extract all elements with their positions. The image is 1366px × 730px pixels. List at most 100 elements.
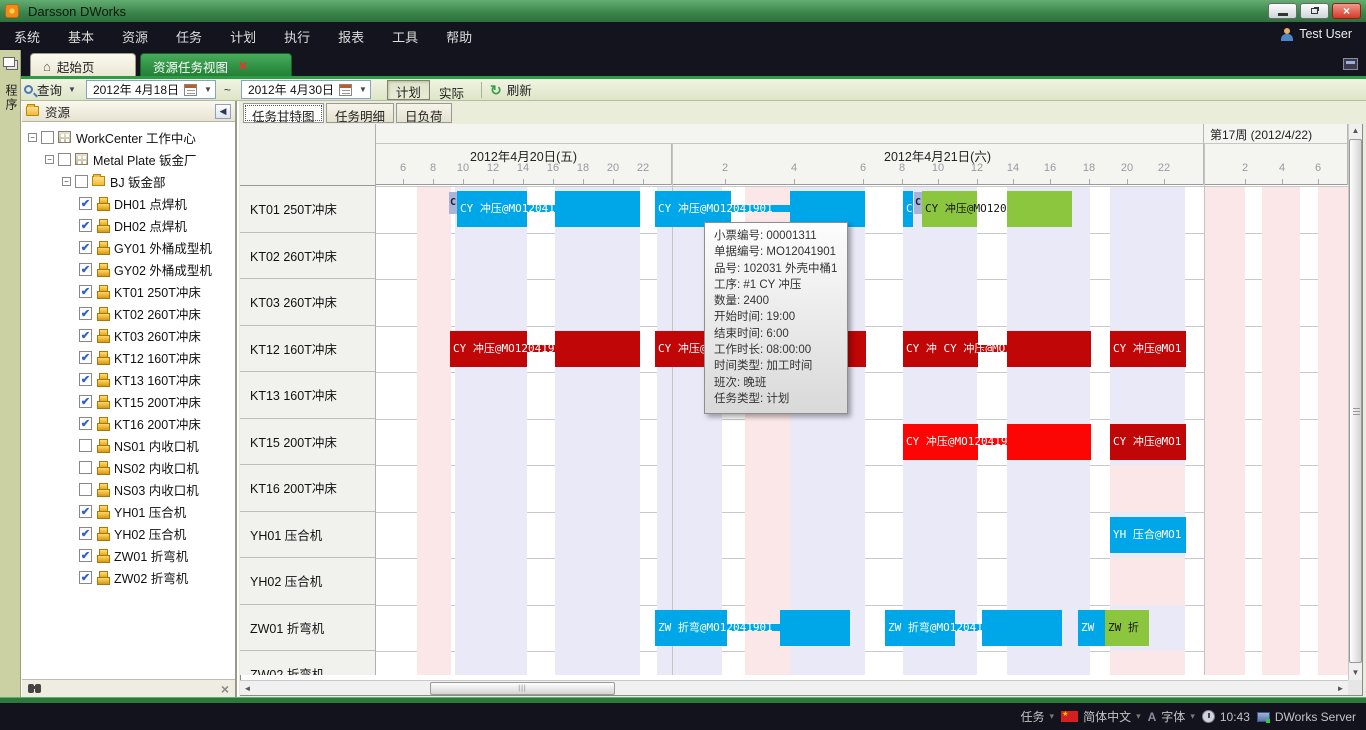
horizontal-scroll-thumb[interactable]: ||| bbox=[430, 682, 615, 695]
gantt-task-bar[interactable]: CY 冲压@MO1 bbox=[1110, 424, 1186, 460]
tree-item[interactable]: ✔KT02 260T冲床 bbox=[22, 302, 235, 324]
close-button[interactable]: × bbox=[1332, 3, 1361, 19]
scroll-left-icon[interactable]: ◄ bbox=[240, 682, 255, 695]
gantt-task-bar[interactable]: C bbox=[903, 191, 913, 227]
scroll-down-icon[interactable]: ▼ bbox=[1349, 666, 1362, 680]
gantt-task-bar[interactable]: ZW bbox=[1078, 610, 1105, 646]
menu-item-系统[interactable]: 系统 bbox=[0, 27, 54, 46]
view-tab-任务明细[interactable]: 任务明细 bbox=[326, 103, 394, 123]
gantt-task-bar[interactable]: CY 冲 CY 冲压@MO12041904 bbox=[903, 331, 978, 367]
tree-item[interactable]: ✔KT03 260T冲床 bbox=[22, 324, 235, 346]
tree-item-checkbox[interactable] bbox=[41, 131, 54, 144]
expand-collapse-icon[interactable]: − bbox=[62, 177, 71, 186]
tree-item[interactable]: ✔YH01 压合机 bbox=[22, 500, 235, 522]
tree-item[interactable]: −WorkCenter 工作中心 bbox=[22, 126, 235, 148]
gantt-task-bar[interactable] bbox=[1007, 191, 1072, 227]
menu-item-资源[interactable]: 资源 bbox=[108, 27, 162, 46]
gantt-task-bar[interactable]: CY 冲压@MO12041901 bbox=[457, 191, 527, 227]
expand-collapse-icon[interactable]: − bbox=[45, 155, 54, 164]
gantt-task-bar[interactable]: CY 冲压@MO1 bbox=[1110, 331, 1186, 367]
minimize-button[interactable] bbox=[1268, 3, 1297, 19]
gantt-task-bar[interactable]: CY 冲压@MO12041903 bbox=[903, 424, 978, 460]
tree-item-checkbox[interactable]: ✔ bbox=[79, 527, 92, 540]
clear-filter-icon[interactable]: × bbox=[221, 682, 229, 696]
gantt-task-bar[interactable]: CY 冲压@MO12041904 bbox=[450, 331, 527, 367]
tree-item[interactable]: ✔KT12 160T冲床 bbox=[22, 346, 235, 368]
status-item-font[interactable]: A字体▾ bbox=[1148, 708, 1195, 725]
tree-item[interactable]: ✔KT15 200T冲床 bbox=[22, 390, 235, 412]
tree-item-checkbox[interactable]: ✔ bbox=[79, 263, 92, 276]
tree-item-checkbox[interactable]: ✔ bbox=[79, 241, 92, 254]
menu-item-工具[interactable]: 工具 bbox=[378, 27, 432, 46]
tree-item[interactable]: ✔KT16 200T冲床 bbox=[22, 412, 235, 434]
horizontal-scrollbar[interactable]: ◄ ||| ► bbox=[240, 680, 1348, 695]
date-from-picker[interactable]: 2012年 4月18日 ▼ bbox=[86, 80, 216, 99]
tree-item-checkbox[interactable]: ✔ bbox=[79, 285, 92, 298]
tree-item[interactable]: ✔GY01 外桶成型机 bbox=[22, 236, 235, 258]
gantt-task-bar[interactable]: ZW 折 bbox=[1105, 610, 1149, 646]
tree-item-checkbox[interactable] bbox=[79, 483, 92, 496]
refresh-button[interactable]: ↻ 刷新 bbox=[490, 80, 532, 99]
tree-item-checkbox[interactable] bbox=[79, 461, 92, 474]
tree-item-checkbox[interactable]: ✔ bbox=[79, 417, 92, 430]
tree-item-checkbox[interactable]: ✔ bbox=[79, 571, 92, 584]
tree-item[interactable]: ✔KT13 160T冲床 bbox=[22, 368, 235, 390]
gantt-task-bar[interactable] bbox=[555, 331, 640, 367]
gantt-task-bar[interactable]: YH 压合@MO1 bbox=[1110, 517, 1186, 553]
plan-toggle-button[interactable]: 计划 bbox=[387, 80, 430, 100]
gantt-task-bar[interactable]: ZW 折弯@MO12041901 bbox=[885, 610, 955, 646]
tree-item-checkbox[interactable]: ✔ bbox=[79, 351, 92, 364]
expand-collapse-icon[interactable]: − bbox=[28, 133, 37, 142]
status-item-clock[interactable]: 10:43 bbox=[1202, 710, 1250, 724]
menu-item-计划[interactable]: 计划 bbox=[216, 27, 270, 46]
tree-item-checkbox[interactable] bbox=[79, 439, 92, 452]
tree-item-checkbox[interactable] bbox=[58, 153, 71, 166]
gantt-task-bar[interactable] bbox=[1007, 424, 1091, 460]
gantt-task-bar[interactable] bbox=[780, 610, 850, 646]
menu-item-报表[interactable]: 报表 bbox=[324, 27, 378, 46]
tree-item[interactable]: −Metal Plate 钣金厂 bbox=[22, 148, 235, 170]
pages-icon[interactable] bbox=[3, 57, 15, 67]
gantt-task-bar[interactable] bbox=[982, 610, 1062, 646]
menu-item-基本[interactable]: 基本 bbox=[54, 27, 108, 46]
tree-item[interactable]: ✔DH01 点焊机 bbox=[22, 192, 235, 214]
tree-item[interactable]: ✔ZW02 折弯机 bbox=[22, 566, 235, 588]
tree-item-checkbox[interactable]: ✔ bbox=[79, 197, 92, 210]
tree-item-checkbox[interactable]: ✔ bbox=[79, 505, 92, 518]
gantt-task-bar[interactable]: ZW 折弯@MO12041901 bbox=[655, 610, 727, 646]
tree-item[interactable]: ✔ZW01 折弯机 bbox=[22, 544, 235, 566]
vertical-scrollbar[interactable]: ▲ ▼ bbox=[1348, 124, 1362, 680]
vertical-scroll-thumb[interactable] bbox=[1349, 139, 1362, 663]
tab-close-icon[interactable]: ✕ bbox=[238, 59, 248, 73]
status-item-clipboard[interactable]: 任务▾ bbox=[1016, 708, 1055, 725]
tree-item-checkbox[interactable]: ✔ bbox=[79, 373, 92, 386]
gantt-task-bar[interactable]: CY 冲压@MO12041902 bbox=[922, 191, 977, 227]
gantt-task-chip[interactable]: C bbox=[914, 192, 922, 214]
tree-item[interactable]: ✔KT01 250T冲床 bbox=[22, 280, 235, 302]
tree-item[interactable]: NS02 内收口机 bbox=[22, 456, 235, 478]
window-list-icon[interactable] bbox=[1343, 58, 1358, 70]
menu-item-执行[interactable]: 执行 bbox=[270, 27, 324, 46]
date-to-picker[interactable]: 2012年 4月30日 ▼ bbox=[241, 80, 371, 99]
tree-item-checkbox[interactable]: ✔ bbox=[79, 219, 92, 232]
scroll-up-icon[interactable]: ▲ bbox=[1349, 124, 1362, 138]
restore-button[interactable] bbox=[1300, 3, 1329, 19]
status-item-server[interactable]: DWorks Server bbox=[1257, 710, 1356, 724]
tree-item[interactable]: NS01 内收口机 bbox=[22, 434, 235, 456]
tree-item-checkbox[interactable]: ✔ bbox=[79, 329, 92, 342]
collapse-panel-button[interactable]: ◀ bbox=[215, 104, 231, 119]
tree-item[interactable]: NS03 内收口机 bbox=[22, 478, 235, 500]
tree-item[interactable]: ✔YH02 压合机 bbox=[22, 522, 235, 544]
gantt-task-chip[interactable]: C bbox=[449, 192, 457, 214]
tree-item-checkbox[interactable]: ✔ bbox=[79, 395, 92, 408]
tree-item-checkbox[interactable] bbox=[75, 175, 88, 188]
query-button[interactable]: 查询 ▼ bbox=[24, 80, 76, 99]
view-tab-任务甘特图[interactable]: 任务甘特图 bbox=[243, 103, 324, 123]
gantt-task-bar[interactable] bbox=[1007, 331, 1091, 367]
program-panel-tab[interactable]: 程序 bbox=[3, 84, 20, 112]
binoculars-icon[interactable] bbox=[28, 684, 34, 693]
scroll-right-icon[interactable]: ► bbox=[1333, 682, 1348, 695]
status-item-flag[interactable]: ★简体中文▾ bbox=[1061, 708, 1141, 725]
menu-item-帮助[interactable]: 帮助 bbox=[432, 27, 486, 46]
view-tab-日负荷[interactable]: 日负荷 bbox=[396, 103, 452, 123]
